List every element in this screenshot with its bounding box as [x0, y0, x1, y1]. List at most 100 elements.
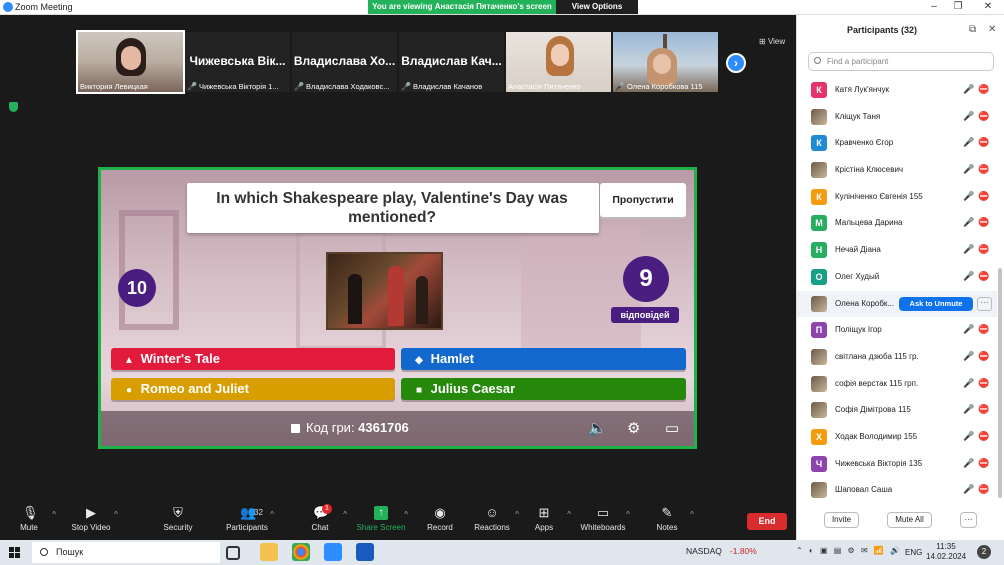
participant-row[interactable]: Кліщук Таня 🎤 ⛔ — [797, 104, 997, 131]
system-tray-icons[interactable]: ⌃ ◐ ▣ ▤ ⚙ ✉ 📶 🔊 — [796, 546, 902, 555]
mute-button[interactable]: 🎙 Mute ^ — [0, 505, 58, 533]
participant-row[interactable]: М Мальцева Дарина 🎤 ⛔ — [797, 210, 997, 237]
chevron-up-icon[interactable]: ^ — [690, 510, 694, 519]
participant-row[interactable]: Н Нечай Діана 🎤 ⛔ — [797, 237, 997, 264]
square-icon: ■ — [415, 385, 423, 396]
video-off-icon: ⛔ — [978, 244, 990, 255]
apps-button[interactable]: ⊞ Apps ^ — [515, 506, 573, 533]
next-page-button[interactable]: › — [726, 53, 746, 73]
participant-row[interactable]: софія верстак 115 грп. 🎤 ⛔ — [797, 371, 997, 398]
muted-mic-icon: 🎤 — [963, 190, 975, 201]
record-icon: ◉ — [434, 505, 446, 520]
settings-icon[interactable]: ⚙ — [627, 419, 640, 437]
stop-video-button[interactable]: ▶ Stop Video ^ — [62, 506, 120, 533]
reactions-button[interactable]: ☺ Reactions ^ — [463, 506, 521, 533]
video-tile[interactable]: 🎤 Олена Коробкова 115 — [613, 32, 718, 92]
ask-to-unmute-button[interactable]: Ask to Unmute — [899, 296, 973, 311]
word-icon[interactable] — [356, 543, 374, 561]
muted-mic-icon: 🎤 — [187, 82, 197, 91]
stock-widget[interactable]: NASDAQ -1.80% — [686, 546, 757, 556]
record-button[interactable]: ◉ Record — [411, 505, 469, 533]
clock[interactable]: 11:35 14.02.2024 — [926, 542, 966, 562]
maximize-button[interactable]: ❐ — [948, 1, 968, 14]
participant-row[interactable]: К Кравченко Єгор 🎤 ⛔ — [797, 130, 997, 157]
answers-count: 9 — [623, 256, 669, 302]
avatar — [811, 162, 827, 179]
notes-icon: ✎ — [661, 505, 673, 520]
answer-option-triangle[interactable]: ▲ Winter's Tale — [111, 348, 395, 370]
more-options-button[interactable]: ··· — [977, 296, 992, 311]
meeting-area: Виктория Левицкая Чижевська Вік... 🎤 Чиже… — [0, 15, 796, 540]
participant-row[interactable]: Крістіна Клюсевич 🎤 ⛔ — [797, 157, 997, 184]
participant-row[interactable]: Олена Коробк... Ask to Unmute ··· — [797, 290, 997, 318]
panel-scrollbar[interactable] — [998, 268, 1002, 498]
notifications-badge[interactable]: 2 — [977, 545, 991, 559]
security-button[interactable]: ⛨ Security — [149, 505, 207, 533]
circle-icon: ● — [125, 385, 133, 396]
participant-row[interactable]: Ч Чижевська Вікторія 135 🎤 ⛔ — [797, 451, 997, 478]
answer-option-square[interactable]: ■ Julius Caesar — [401, 378, 686, 400]
share-screen-icon: ↑ — [374, 506, 388, 520]
file-explorer-icon[interactable] — [260, 543, 278, 561]
end-meeting-button[interactable]: End — [747, 513, 787, 530]
video-tile[interactable]: Владислава Хо... 🎤 Владислава Ходаковс... — [292, 32, 397, 92]
view-options-button[interactable]: View Options — [556, 0, 638, 14]
close-panel-icon[interactable]: ✕ — [988, 24, 996, 35]
answer-option-diamond[interactable]: ◆ Hamlet — [401, 348, 686, 370]
participants-panel: Participants (32) ⧉ ✕ Find a participant… — [796, 15, 1004, 540]
answer-option-circle[interactable]: ● Romeo and Juliet — [111, 378, 395, 400]
video-tile[interactable]: Владислав Кач... 🎤 Владислав Качанов — [399, 32, 504, 92]
taskbar-search-input[interactable]: Пошук — [32, 542, 220, 563]
chrome-icon[interactable] — [292, 543, 310, 561]
close-button[interactable]: ✕ — [978, 1, 998, 14]
participant-row[interactable]: К Катя Лук'янчук 🎤 ⛔ — [797, 77, 997, 104]
chevron-up-icon[interactable]: ^ — [626, 510, 630, 519]
participants-button[interactable]: 👥 32 Participants ^ — [218, 506, 276, 533]
chevron-up-icon[interactable]: ^ — [270, 510, 274, 519]
participant-row[interactable]: Софія Дімітрова 115 🎤 ⛔ — [797, 397, 997, 424]
mute-all-button[interactable]: Mute All — [887, 512, 932, 528]
video-tile[interactable]: Виктория Левицкая — [76, 30, 185, 94]
participant-row[interactable]: О Олег Худый 🎤 ⛔ — [797, 264, 997, 291]
gallery-strip: Виктория Левицкая Чижевська Вік... 🎤 Чиже… — [76, 30, 718, 94]
shield-icon: ⛨ — [173, 505, 183, 520]
language-indicator[interactable]: ENG — [905, 548, 922, 557]
chevron-up-icon[interactable]: ^ — [404, 510, 408, 519]
participant-row[interactable]: Шаповал Саша 🎤 ⛔ — [797, 477, 997, 504]
chevron-up-icon[interactable]: ^ — [114, 510, 118, 519]
share-screen-button[interactable]: ↑ Share Screen ^ — [352, 506, 410, 532]
avatar: Ч — [811, 455, 827, 472]
answers-label: відповідей — [611, 307, 679, 323]
shared-screen[interactable]: In which Shakespeare play, Valentine's D… — [98, 167, 697, 449]
task-view-icon[interactable] — [226, 546, 240, 560]
zoom-app-icon[interactable] — [324, 543, 342, 561]
chevron-up-icon[interactable]: ^ — [52, 510, 56, 519]
notes-button[interactable]: ✎ Notes ^ — [638, 505, 696, 533]
muted-mic-icon: 🎤 — [963, 404, 975, 415]
video-tile[interactable]: Анастасія Пятаченко — [506, 32, 611, 92]
chat-button[interactable]: 💬 1 Chat ^ — [291, 504, 349, 532]
avatar — [811, 108, 827, 125]
skip-button[interactable]: Пропустити — [600, 183, 686, 217]
participant-row[interactable]: П Поліщук Ігор 🎤 ⛔ — [797, 317, 997, 344]
microphone-icon: 🎙 — [22, 505, 39, 520]
chevron-up-icon[interactable]: ^ — [567, 510, 571, 519]
invite-button[interactable]: Invite — [824, 512, 859, 528]
cast-icon[interactable]: ▭ — [665, 419, 679, 437]
view-button[interactable]: ⊞ View — [759, 37, 785, 46]
whiteboards-button[interactable]: ▭ Whiteboards ^ — [574, 506, 632, 533]
participant-row[interactable]: Х Ходак Володимир 155 🎤 ⛔ — [797, 424, 997, 451]
footer-more-button[interactable]: ··· — [960, 512, 977, 528]
windows-start-icon[interactable] — [9, 547, 20, 558]
tile-label: Виктория Левицкая — [80, 82, 148, 91]
chevron-up-icon[interactable]: ^ — [343, 510, 347, 519]
participant-row[interactable]: світлана дзюба 115 гр. 🎤 ⛔ — [797, 344, 997, 371]
participant-row[interactable]: К Кулініченко Євгенія 155 🎤 ⛔ — [797, 184, 997, 211]
minimize-button[interactable]: – — [924, 1, 944, 14]
popout-icon[interactable]: ⧉ — [969, 24, 976, 35]
volume-icon[interactable]: 🔈 — [588, 419, 607, 437]
tile-label: Анастасія Пятаченко — [508, 82, 581, 91]
video-tile[interactable]: Чижевська Вік... 🎤 Чижевська Вікторія 1..… — [185, 32, 290, 92]
participant-search-input[interactable]: Find a participant — [808, 52, 994, 71]
zoom-window: Zoom Meeting – ❐ ✕ You are viewing Анаст… — [0, 0, 1004, 565]
